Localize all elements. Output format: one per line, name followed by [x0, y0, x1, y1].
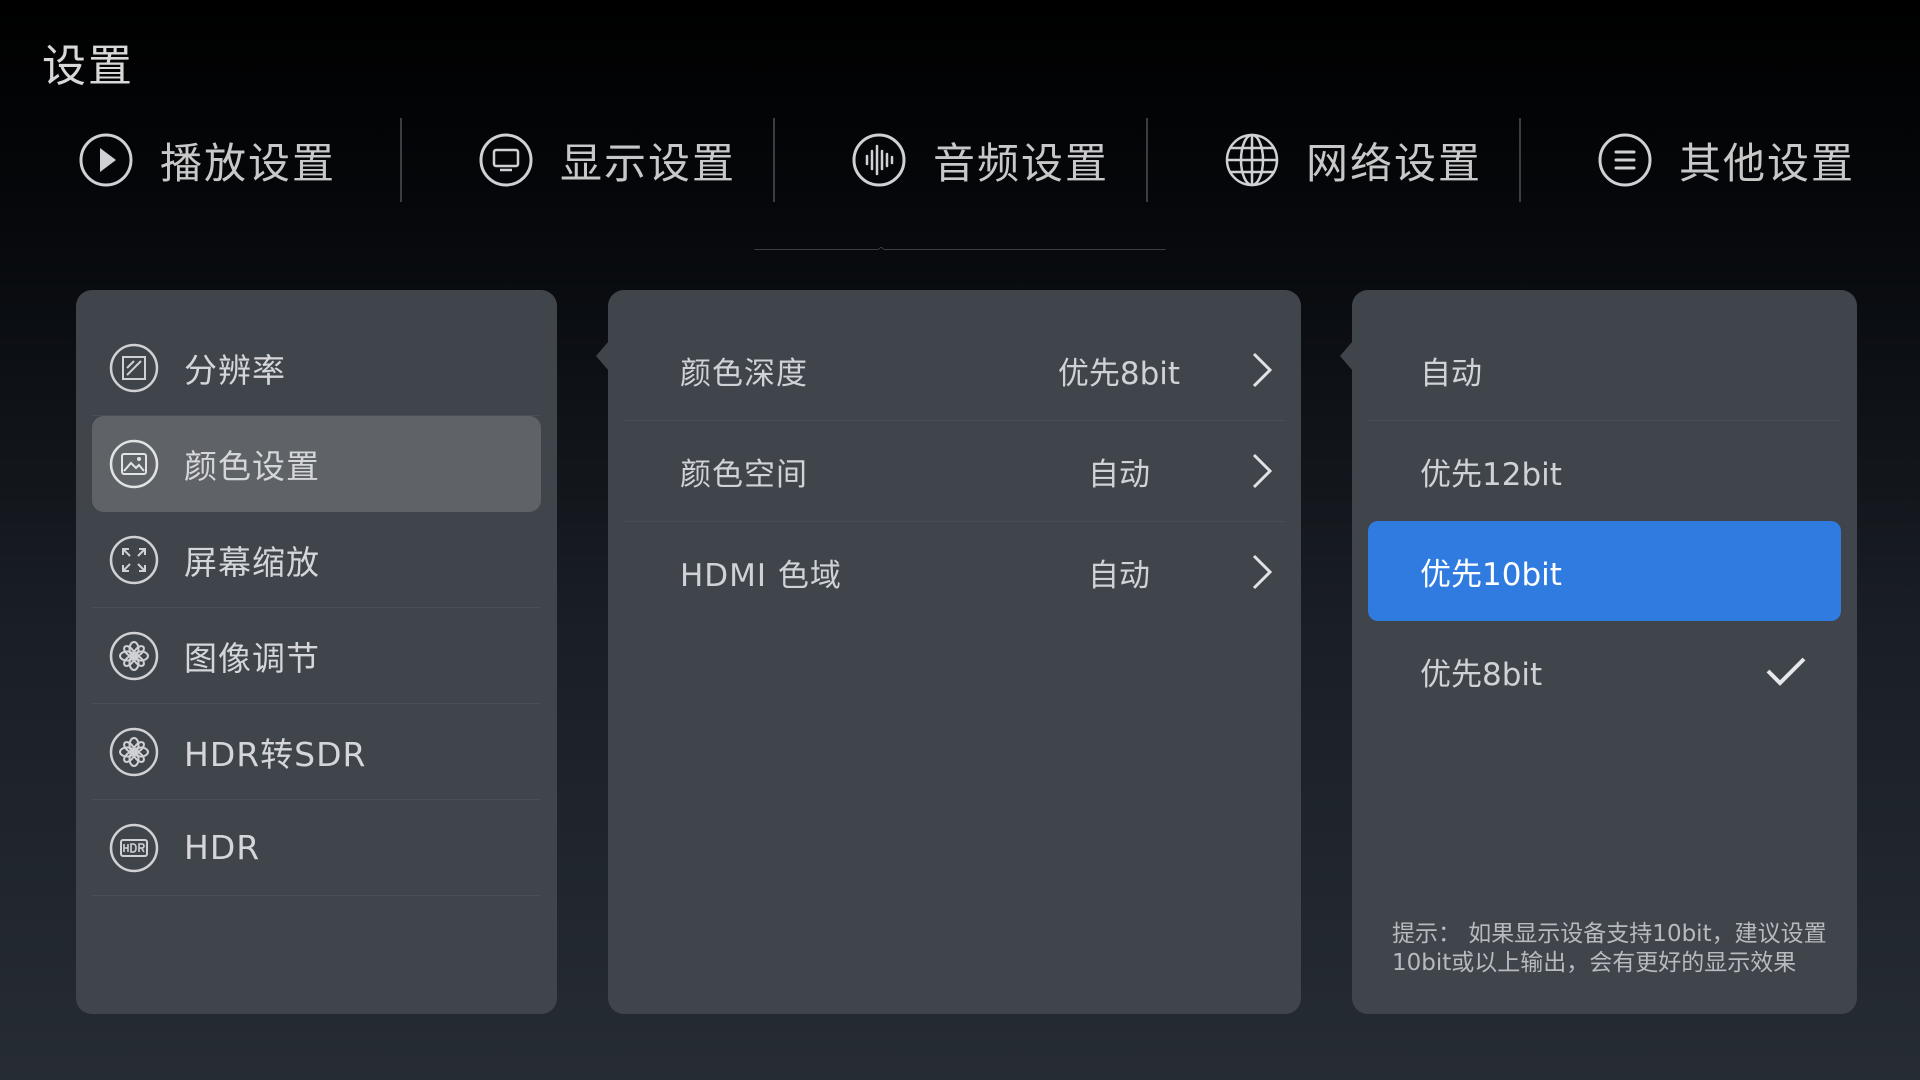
tab-divider: [400, 118, 402, 202]
setting-value: 自动: [1088, 557, 1150, 594]
check-icon: [1766, 657, 1806, 686]
chevron-right-icon: [1244, 449, 1280, 493]
hdr-icon: [108, 822, 160, 874]
menu-item-label: 屏幕缩放: [184, 542, 320, 582]
tab-label: 音频设置: [933, 138, 1110, 188]
menu-item-label: 颜色设置: [184, 446, 320, 486]
expand-icon: [108, 534, 160, 586]
setting-row-hdmi-gamut[interactable]: HDMI 色域 自动: [624, 522, 1285, 622]
setting-row-color-depth[interactable]: 颜色深度 优先8bit: [624, 320, 1285, 421]
menu-item-hdr-to-sdr[interactable]: HDR转SDR: [92, 704, 541, 800]
aperture-icon: [108, 630, 160, 682]
tab-playback-settings[interactable]: 播放设置: [0, 116, 400, 204]
option-prefer-8bit[interactable]: 优先8bit: [1368, 621, 1841, 721]
menu-item-color-settings[interactable]: 颜色设置: [92, 416, 541, 512]
option-label: 自动: [1420, 355, 1482, 392]
tab-divider: [1146, 118, 1148, 202]
tab-divider: [1519, 118, 1521, 202]
color-depth-options-panel: 自动 优先12bit 优先10bit 优先8bit 提示： 如果显示设备支持10…: [1340, 290, 1857, 1014]
audio-wave-icon: [851, 132, 907, 188]
color-settings-panel: 颜色深度 优先8bit 颜色空间 自动 HDMI 色域 自动: [596, 290, 1301, 1014]
panel-pointer: [1340, 342, 1352, 370]
menu-item-label: HDR: [184, 828, 261, 867]
tab-other-settings[interactable]: 其他设置: [1519, 116, 1892, 204]
option-label: 优先8bit: [1420, 656, 1543, 693]
setting-value: 优先8bit: [1057, 355, 1181, 392]
play-circle-icon: [78, 132, 134, 188]
tab-divider: [773, 118, 775, 202]
tab-network-settings[interactable]: 网络设置: [1146, 116, 1519, 204]
tab-label: 播放设置: [160, 138, 337, 188]
tip-text: 提示： 如果显示设备支持10bit，建议设置10bit或以上输出，会有更好的显示…: [1392, 921, 1827, 976]
tab-bar: 播放设置 显示设置 音频设置 网络设置 其他设置: [0, 116, 1920, 204]
option-label: 优先12bit: [1420, 456, 1562, 493]
setting-label: 颜色深度: [680, 355, 808, 392]
option-prefer-10bit[interactable]: 优先10bit: [1368, 521, 1841, 621]
menu-item-label: 分辨率: [184, 350, 286, 390]
option-prefer-12bit[interactable]: 优先12bit: [1368, 421, 1841, 521]
image-icon: [108, 438, 160, 490]
menu-item-screen-zoom[interactable]: 屏幕缩放: [92, 512, 541, 608]
option-label: 优先10bit: [1420, 556, 1562, 593]
option-auto[interactable]: 自动: [1368, 320, 1841, 421]
menu-item-label: HDR转SDR: [184, 734, 367, 774]
tab-display-settings[interactable]: 显示设置: [400, 116, 773, 204]
menu-item-hdr[interactable]: HDR: [92, 800, 541, 896]
menu-icon: [1597, 132, 1653, 188]
display-menu-panel: 分辨率 颜色设置 屏幕缩放 图像调节 HDR转SDR HDR: [76, 290, 557, 1014]
globe-icon: [1224, 132, 1280, 188]
panel-pointer: [596, 342, 608, 370]
aperture-icon: [108, 726, 160, 778]
menu-item-resolution[interactable]: 分辨率: [92, 320, 541, 416]
tab-label: 其他设置: [1679, 138, 1856, 188]
resolution-icon: [108, 342, 160, 394]
tab-audio-settings[interactable]: 音频设置: [773, 116, 1146, 204]
menu-item-label: 图像调节: [184, 638, 320, 678]
setting-row-color-space[interactable]: 颜色空间 自动: [624, 421, 1285, 522]
active-tab-indicator: [754, 247, 1166, 250]
tab-label: 网络设置: [1306, 138, 1483, 188]
monitor-icon: [478, 132, 534, 188]
page-title: 设置: [42, 41, 134, 92]
setting-value: 自动: [1088, 456, 1150, 493]
chevron-right-icon: [1244, 550, 1280, 594]
menu-item-image-adjust[interactable]: 图像调节: [92, 608, 541, 704]
setting-label: HDMI 色域: [680, 557, 842, 594]
chevron-right-icon: [1244, 348, 1280, 392]
setting-label: 颜色空间: [680, 456, 808, 493]
tab-label: 显示设置: [560, 138, 737, 188]
